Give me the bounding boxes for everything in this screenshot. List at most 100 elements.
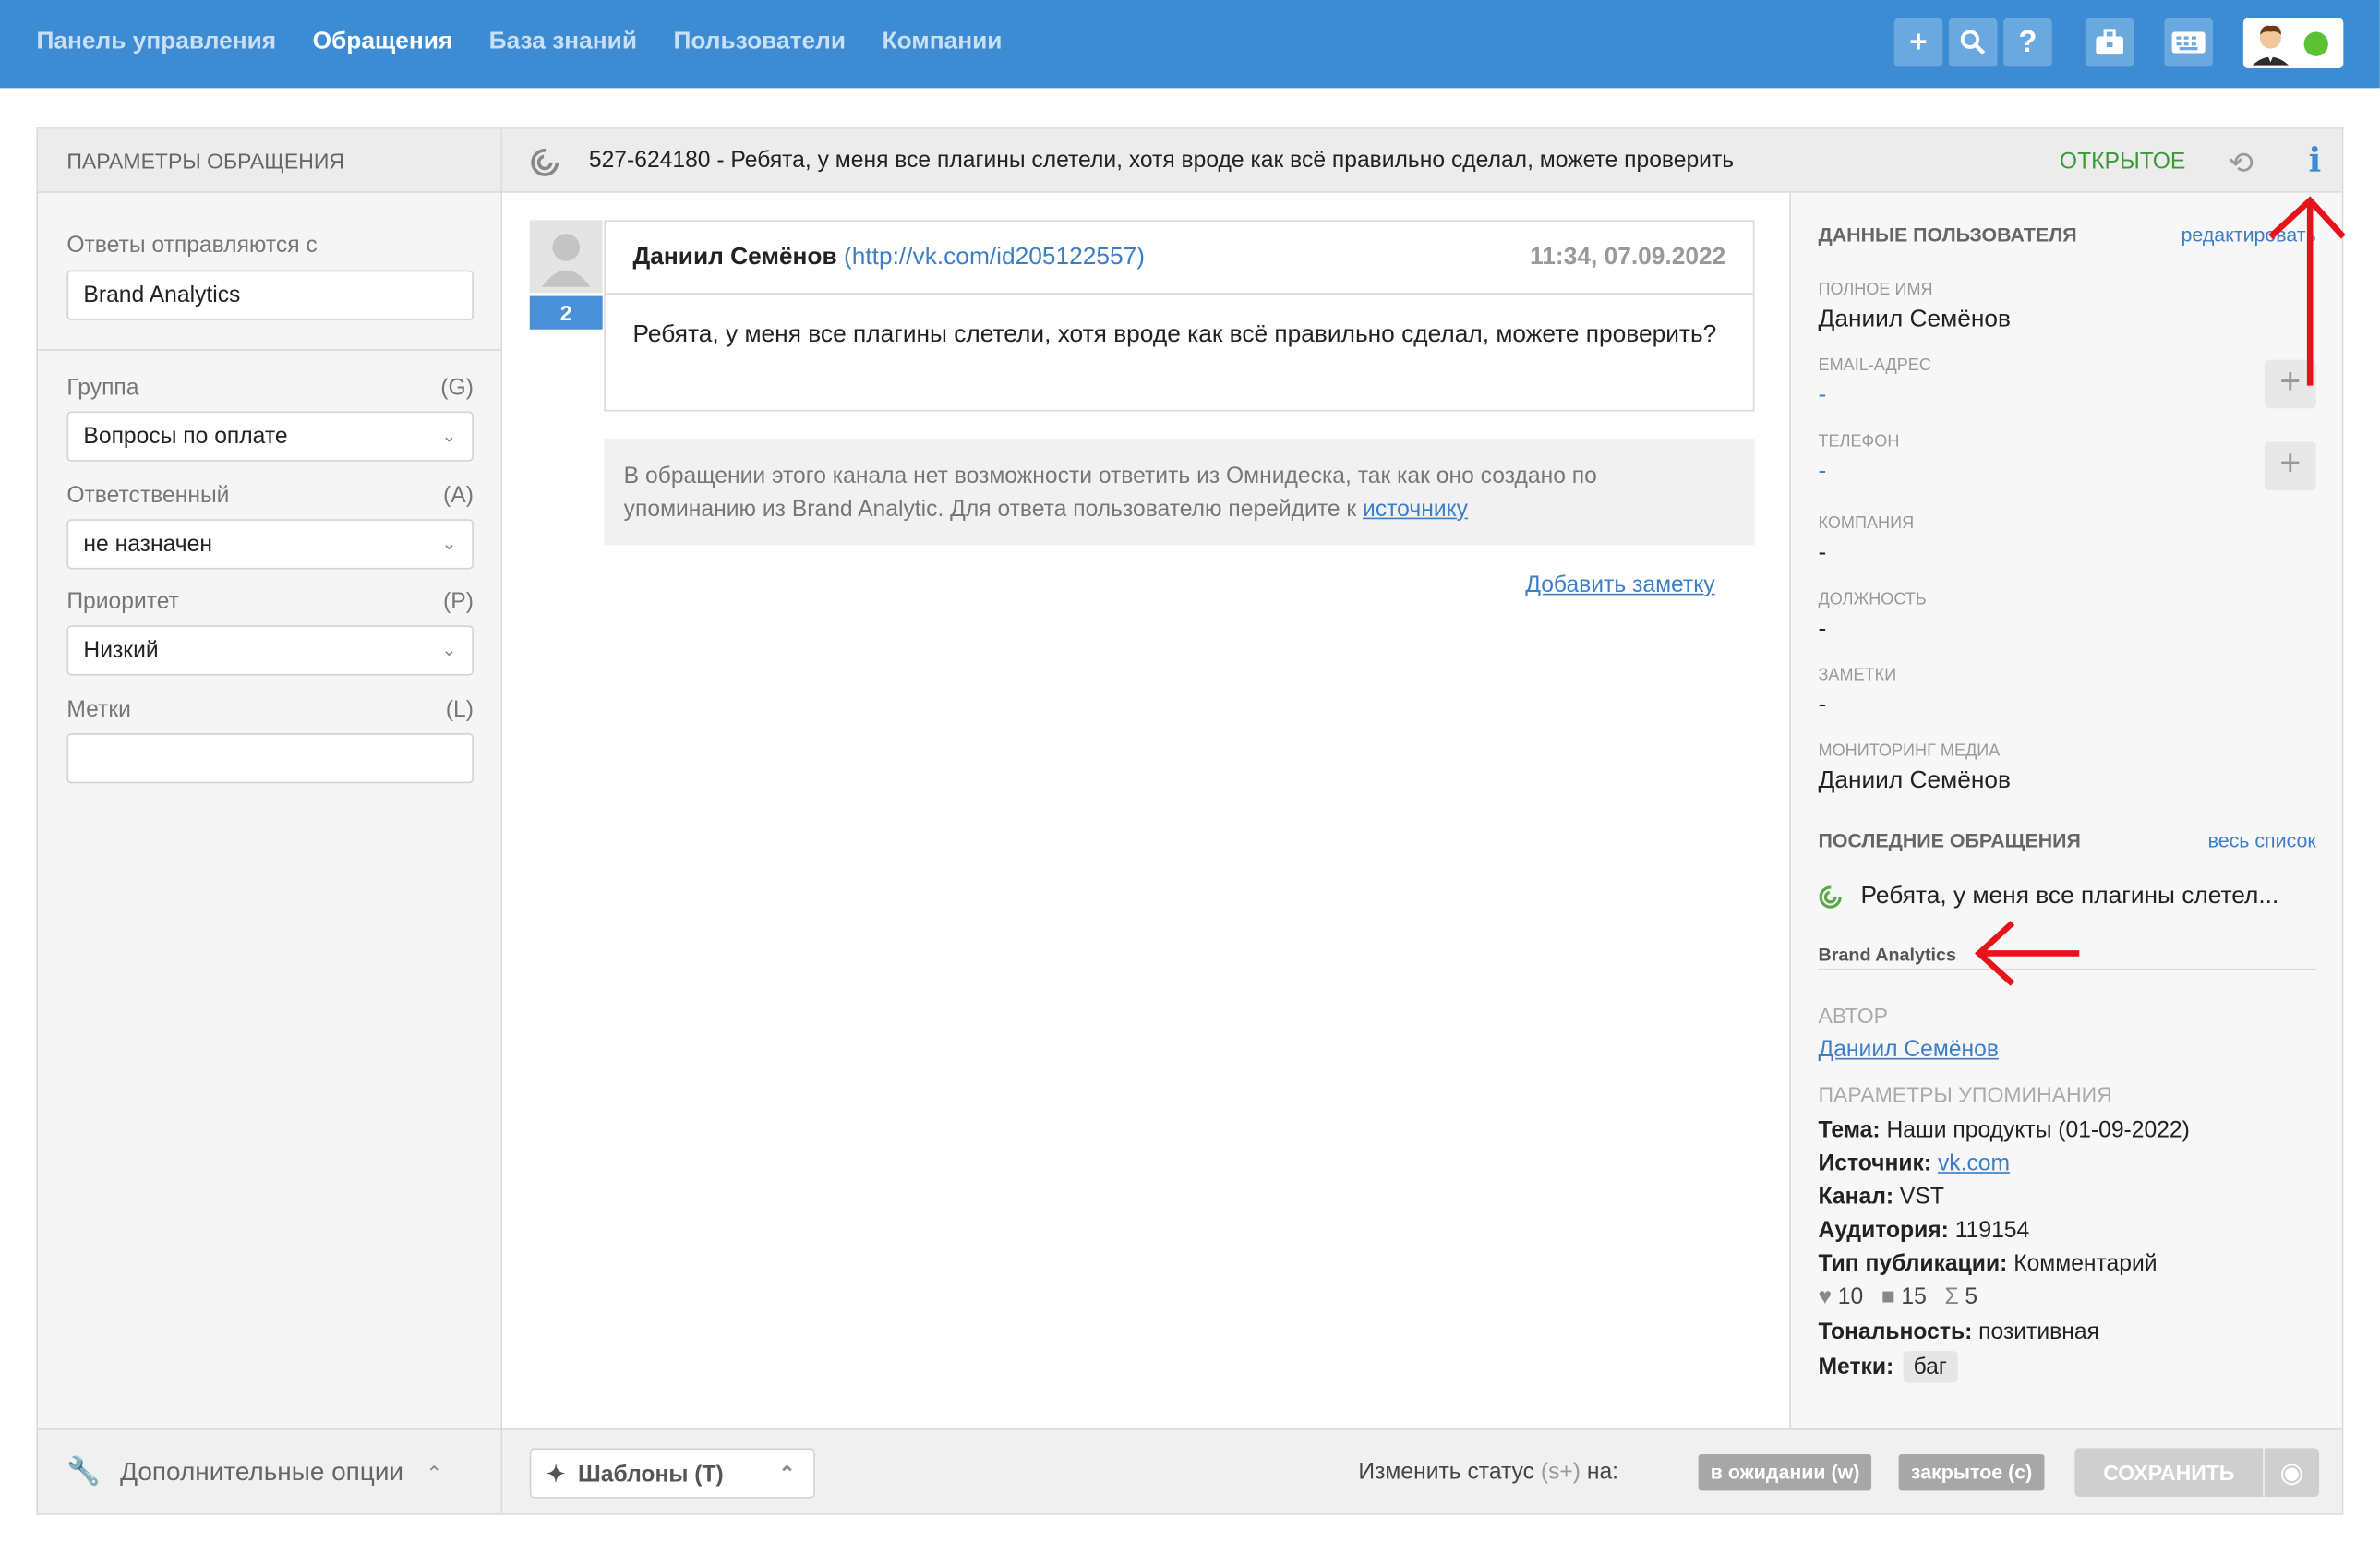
user-data-title: ДАННЫЕ ПОЛЬЗОВАТЕЛЯ — [1818, 223, 2077, 247]
nav-dashboard[interactable]: Панель управления — [36, 29, 276, 56]
message-body: Ребята, у меня все плагины слетели, хотя… — [632, 321, 1717, 348]
nav-tickets[interactable]: Обращения — [313, 29, 453, 56]
tags-label: Метки: — [1818, 1354, 1894, 1380]
app-screen: Панель управления Обращения База знаний … — [0, 0, 2380, 1554]
add-phone-button[interactable]: + — [2264, 441, 2316, 491]
annotation-arrow-left-icon — [1974, 921, 2080, 986]
chevron-up-icon: ⌃ — [426, 1462, 443, 1485]
author-section-title: АВТОР — [1818, 1003, 1888, 1028]
user-data-panel: ДАННЫЕ ПОЛЬЗОВАТЕЛЯ редактировать ПОЛНОЕ… — [1789, 192, 2342, 1429]
wrench-icon: 🔧 — [66, 1455, 102, 1487]
brand-analytics-section-title: Brand Analytics — [1818, 944, 1956, 966]
conversation-area: 2 Даниил Семёнов (http://vk.com/id205122… — [502, 192, 1790, 1429]
priority-field: Приоритет (P) Низкий ⌄ — [66, 589, 474, 676]
top-navigation-bar: Панель управления Обращения База знаний … — [0, 0, 2380, 89]
audience-label: Аудитория: — [1818, 1217, 1949, 1244]
notes-value: - — [1818, 692, 1827, 718]
full-name-label: ПОЛНОЕ ИМЯ — [1818, 281, 1933, 299]
all-tickets-link[interactable]: весь список — [2208, 829, 2316, 852]
save-button[interactable]: СОХРАНИТЬ — [2074, 1448, 2264, 1497]
mention-publication-type: Тип публикации: Комментарий — [1819, 1251, 2158, 1277]
info-icon[interactable]: i — [2309, 141, 2322, 181]
recent-tickets-header: ПОСЛЕДНИЕ ОБРАЩЕНИЯ весь список — [1819, 829, 2316, 852]
avatar — [2249, 21, 2292, 66]
tonality-value: позитивная — [1978, 1319, 2099, 1345]
phone-label: ТЕЛЕФОН — [1818, 432, 1900, 452]
group-select-value: Вопросы по оплате — [83, 423, 288, 450]
main-nav: Панель управления Обращения База знаний … — [36, 29, 1002, 56]
history-icon[interactable]: ⟲ — [2228, 144, 2254, 182]
add-note-link[interactable]: Добавить заметку — [1525, 572, 1714, 598]
message-avatar — [529, 220, 603, 294]
change-status-hotkey: (s+) — [1540, 1458, 1581, 1485]
chevron-down-icon: ⌄ — [441, 639, 457, 661]
nav-knowledge-base[interactable]: База знаний — [489, 29, 637, 56]
assignee-label: Ответственный — [66, 482, 230, 509]
status-closed-button[interactable]: закрытое (c) — [1898, 1453, 2045, 1491]
recent-ticket-item[interactable]: Ребята, у меня все плагины слетел... — [1819, 884, 2278, 911]
priority-select-value: Низкий — [83, 637, 159, 664]
assignee-select-value: не назначен — [83, 531, 212, 558]
publication-type-label: Тип публикации: — [1818, 1250, 2008, 1277]
mention-theme: Тема: Наши продукты (01-09-2022) — [1819, 1117, 2190, 1143]
theme-value: Наши продукты (01-09-2022) — [1886, 1116, 2190, 1143]
message-card: Даниил Семёнов (http://vk.com/id20512255… — [604, 220, 1755, 412]
assignee-select[interactable]: не назначен ⌄ — [66, 519, 474, 570]
theme-label: Тема: — [1818, 1116, 1881, 1143]
source-link[interactable]: источнику — [1363, 497, 1468, 523]
group-select[interactable]: Вопросы по оплате ⌄ — [66, 411, 474, 462]
user-menu[interactable] — [2242, 18, 2344, 68]
likes-count: 10 — [1837, 1283, 1864, 1310]
mention-tonality: Тональность: позитивная — [1819, 1319, 2099, 1345]
status-waiting-button[interactable]: в ожидании (w) — [1698, 1453, 1872, 1491]
author-link[interactable]: Даниил Семёнов — [1819, 1037, 1999, 1063]
priority-hotkey: (P) — [443, 588, 474, 615]
chevron-down-icon: ⌄ — [441, 425, 457, 447]
briefcase-icon[interactable] — [2085, 18, 2134, 67]
brand-analytics-channel-icon — [1819, 885, 1842, 909]
chevron-down-icon: ⌄ — [441, 533, 457, 555]
email-label: EMAIL-АДРЕС — [1818, 356, 1931, 376]
reply-toolbar: ✦ Шаблоны (T) ⌃ Изменить статус (s+) на:… — [502, 1428, 2342, 1514]
channel-label: Канал: — [1818, 1184, 1894, 1211]
comments-count: 15 — [1901, 1283, 1927, 1310]
mention-channel: Канал: VST — [1819, 1184, 1944, 1210]
templates-button[interactable]: ✦ Шаблоны (T) ⌃ — [529, 1448, 815, 1499]
ticket-status[interactable]: ОТКРЫТОЕ — [2060, 149, 2185, 175]
replies-from-input[interactable]: Brand Analytics — [66, 270, 474, 320]
priority-select[interactable]: Низкий ⌄ — [66, 625, 474, 676]
chevron-up-icon: ⌃ — [778, 1462, 796, 1485]
company-value: - — [1818, 540, 1827, 567]
message-author-link[interactable]: (http://vk.com/id205122557) — [844, 245, 1145, 271]
recent-tickets-title: ПОСЛЕДНИЕ ОБРАЩЕНИЯ — [1818, 828, 2081, 852]
group-label: Группа — [66, 375, 139, 402]
email-value[interactable]: - — [1819, 382, 1827, 410]
source-value-link[interactable]: vk.com — [1938, 1150, 2010, 1176]
labels-input[interactable] — [66, 733, 474, 784]
phone-value[interactable]: - — [1819, 458, 1827, 486]
annotation-arrow-up-icon — [2268, 196, 2346, 386]
message-author: Даниил Семёнов — [632, 244, 837, 271]
nav-users[interactable]: Пользователи — [673, 29, 846, 56]
extra-options-toggle[interactable]: 🔧 Дополнительные опции ⌃ — [38, 1428, 501, 1514]
mention-stats: ♥ 10 ■ 15 Σ5 — [1819, 1284, 1978, 1310]
audience-value: 119154 — [1954, 1217, 2030, 1244]
keyboard-icon[interactable] — [2164, 18, 2213, 67]
ticket-params-sidebar: ПАРАМЕТРЫ ОБРАЩЕНИЯ Ответы отправляются … — [38, 128, 503, 1514]
message-header: Даниил Семёнов (http://vk.com/id20512255… — [605, 222, 1753, 295]
divider — [38, 349, 501, 351]
plus-icon[interactable]: + — [1893, 18, 1943, 67]
nav-companies[interactable]: Компании — [882, 29, 1002, 56]
media-monitoring-label: МОНИТОРИНГ МЕДИА — [1818, 741, 2001, 761]
help-icon[interactable]: ? — [2003, 18, 2052, 67]
user-silhouette-icon — [541, 234, 591, 287]
save-options-icon[interactable]: ◉ — [2264, 1448, 2320, 1497]
tonality-label: Тональность: — [1818, 1319, 1973, 1345]
tag-badge: баг — [1903, 1351, 1958, 1383]
mention-source: Источник: vk.com — [1819, 1150, 2011, 1176]
replies-from-label: Ответы отправляются с — [66, 232, 318, 259]
extra-options-label: Дополнительные опции — [120, 1457, 404, 1487]
position-value: - — [1818, 616, 1827, 643]
search-icon[interactable] — [1948, 18, 1998, 67]
labels-field: Метки (L) — [66, 697, 474, 784]
